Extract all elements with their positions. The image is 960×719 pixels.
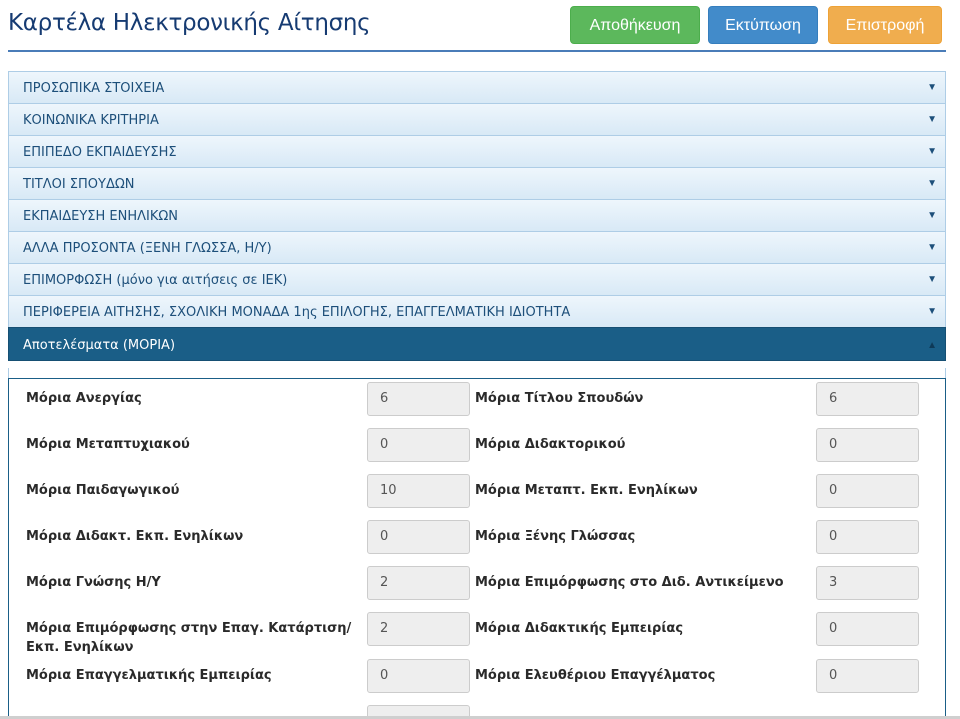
freelance-points-field[interactable]: 0 bbox=[816, 659, 919, 693]
computer-skills-points-field[interactable]: 2 bbox=[367, 566, 470, 600]
doctorate-points-field[interactable]: 0 bbox=[816, 428, 919, 462]
vocational-training-points-field[interactable]: 2 bbox=[367, 612, 470, 646]
accordion-label: ΑΛΛΑ ΠΡΟΣΟΝΤΑ (ΞΕΝΗ ΓΛΩΣΣΑ, Η/Υ) bbox=[23, 241, 272, 256]
label-line-1: Μόρια Επιμόρφωσης στην Επαγ. Κατάρτιση/ bbox=[26, 621, 352, 636]
adult-ed-masters-points-field[interactable]: 0 bbox=[816, 474, 919, 508]
freelance-points-label: Μόρια Ελευθέριου Επαγγέλματος bbox=[475, 668, 716, 683]
caret-down-icon: ▼ bbox=[927, 82, 937, 93]
unemployment-points-label: Μόρια Ανεργίας bbox=[26, 391, 142, 406]
masters-points-field[interactable]: 0 bbox=[367, 428, 470, 462]
accordion-other-qualifications[interactable]: ΑΛΛΑ ΠΡΟΣΟΝΤΑ (ΞΕΝΗ ΓΛΩΣΣΑ, Η/Υ) ▼ bbox=[8, 231, 946, 263]
caret-down-icon: ▼ bbox=[927, 242, 937, 253]
teaching-experience-points-field[interactable]: 0 bbox=[816, 612, 919, 646]
print-button[interactable]: Εκτύπωση bbox=[708, 6, 818, 44]
pedagogical-points-field[interactable]: 10 bbox=[367, 474, 470, 508]
accordion-label: ΤΙΤΛΟΙ ΣΠΟΥΔΩΝ bbox=[23, 177, 135, 192]
caret-down-icon: ▼ bbox=[927, 210, 937, 221]
adult-ed-doctorate-points-field[interactable]: 0 bbox=[367, 520, 470, 554]
caret-down-icon: ▼ bbox=[927, 146, 937, 157]
computer-skills-points-label: Μόρια Γνώσης Η/Υ bbox=[26, 575, 161, 590]
degree-points-field[interactable]: 6 bbox=[816, 382, 919, 416]
professional-experience-points-field[interactable]: 0 bbox=[367, 659, 470, 693]
caret-down-icon: ▼ bbox=[927, 114, 937, 125]
masters-points-label: Μόρια Μεταπτυχιακού bbox=[26, 437, 190, 452]
panel-spacer bbox=[8, 368, 946, 378]
degree-points-label: Μόρια Τίτλου Σπουδών bbox=[475, 391, 644, 406]
accordion-education-level[interactable]: ΕΠΙΠΕΔΟ ΕΚΠΑΙΔΕΥΣΗΣ ▼ bbox=[8, 135, 946, 167]
adult-ed-masters-points-label: Μόρια Μεταπτ. Εκπ. Ενηλίκων bbox=[475, 483, 698, 498]
page-title: Καρτέλα Ηλεκτρονικής Αίτησης bbox=[8, 10, 371, 36]
vocational-training-points-label: Μόρια Επιμόρφωσης στην Επαγ. Κατάρτιση/ … bbox=[26, 619, 351, 657]
caret-up-icon: ▲ bbox=[927, 340, 937, 351]
accordion-region-school[interactable]: ΠΕΡΙΦΕΡΕΙΑ ΑΙΤΗΣΗΣ, ΣΧΟΛΙΚΗ ΜΟΝΑΔΑ 1ης Ε… bbox=[8, 295, 946, 327]
caret-down-icon: ▼ bbox=[927, 178, 937, 189]
professional-experience-points-label: Μόρια Επαγγελματικής Εμπειρίας bbox=[26, 668, 272, 683]
accordion-label: ΕΠΙΜΟΡΦΩΣΗ (μόνο για αιτήσεις σε ΙΕΚ) bbox=[23, 273, 288, 288]
caret-down-icon: ▼ bbox=[927, 274, 937, 285]
unemployment-points-field[interactable]: 6 bbox=[367, 382, 470, 416]
accordion-label: ΕΠΙΠΕΔΟ ΕΚΠΑΙΔΕΥΣΗΣ bbox=[23, 145, 177, 160]
adult-ed-doctorate-points-label: Μόρια Διδακτ. Εκπ. Ενηλίκων bbox=[26, 529, 244, 544]
accordion-label: ΕΚΠΑΙΔΕΥΣΗ ΕΝΗΛΙΚΩΝ bbox=[23, 209, 179, 224]
accordion-label: ΠΡΟΣΩΠΙΚΑ ΣΤΟΙΧΕΙΑ bbox=[23, 81, 165, 96]
caret-down-icon: ▼ bbox=[927, 306, 937, 317]
doctorate-points-label: Μόρια Διδακτορικού bbox=[475, 437, 626, 452]
subject-training-points-field[interactable]: 3 bbox=[816, 566, 919, 600]
accordion-degrees[interactable]: ΤΙΤΛΟΙ ΣΠΟΥΔΩΝ ▼ bbox=[8, 167, 946, 199]
application-accordion: ΠΡΟΣΩΠΙΚΑ ΣΤΟΙΧΕΙΑ ▼ ΚΟΙΝΩΝΙΚΑ ΚΡΙΤΗΡΙΑ … bbox=[8, 71, 946, 361]
label-line-2: Εκπ. Ενηλίκων bbox=[26, 640, 134, 655]
results-panel: Μόρια Ανεργίας 6 Μόρια Μεταπτυχιακού 0 Μ… bbox=[8, 378, 946, 719]
accordion-label: Αποτελέσματα (ΜΟΡΙΑ) bbox=[23, 338, 176, 353]
accordion-training[interactable]: ΕΠΙΜΟΡΦΩΣΗ (μόνο για αιτήσεις σε ΙΕΚ) ▼ bbox=[8, 263, 946, 295]
back-button[interactable]: Επιστροφή bbox=[828, 6, 942, 44]
accordion-social-criteria[interactable]: ΚΟΙΝΩΝΙΚΑ ΚΡΙΤΗΡΙΑ ▼ bbox=[8, 103, 946, 135]
foreign-language-points-field[interactable]: 0 bbox=[816, 520, 919, 554]
foreign-language-points-label: Μόρια Ξένης Γλώσσας bbox=[475, 529, 636, 544]
subject-training-points-label: Μόρια Επιμόρφωσης στο Διδ. Αντικείμενο bbox=[475, 575, 784, 590]
accordion-label: ΠΕΡΙΦΕΡΕΙΑ ΑΙΤΗΣΗΣ, ΣΧΟΛΙΚΗ ΜΟΝΑΔΑ 1ης Ε… bbox=[23, 305, 571, 320]
teaching-experience-points-label: Μόρια Διδακτικής Εμπειρίας bbox=[475, 621, 684, 636]
save-button[interactable]: Αποθήκευση bbox=[570, 6, 700, 44]
accordion-label: ΚΟΙΝΩΝΙΚΑ ΚΡΙΤΗΡΙΑ bbox=[23, 113, 159, 128]
page-header: Καρτέλα Ηλεκτρονικής Αίτησης Αποθήκευση … bbox=[8, 0, 946, 52]
accordion-adult-education[interactable]: ΕΚΠΑΙΔΕΥΣΗ ΕΝΗΛΙΚΩΝ ▼ bbox=[8, 199, 946, 231]
accordion-personal-details[interactable]: ΠΡΟΣΩΠΙΚΑ ΣΤΟΙΧΕΙΑ ▼ bbox=[8, 71, 946, 103]
accordion-results[interactable]: Αποτελέσματα (ΜΟΡΙΑ) ▲ bbox=[8, 327, 946, 361]
pedagogical-points-label: Μόρια Παιδαγωγικού bbox=[26, 483, 180, 498]
